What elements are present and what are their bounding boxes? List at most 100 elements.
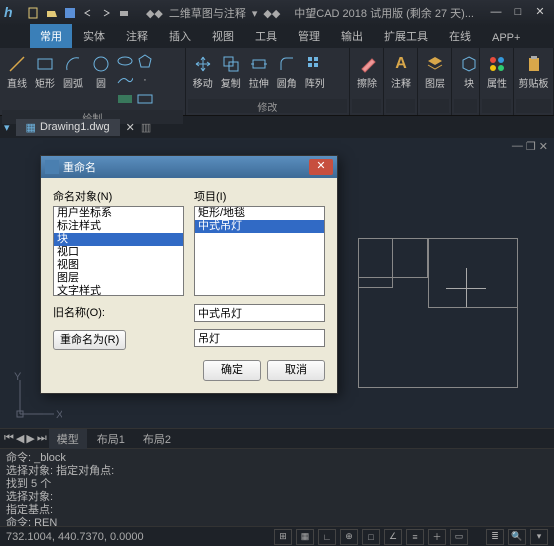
- list-item[interactable]: 中式吊灯: [195, 220, 324, 233]
- dialog-close-button[interactable]: ✕: [309, 159, 333, 175]
- otrack-toggle[interactable]: ∠: [384, 529, 402, 545]
- list-item[interactable]: 视图: [54, 259, 183, 272]
- items-list[interactable]: 矩形/地毯中式吊灯: [194, 206, 325, 296]
- tab-tools[interactable]: 工具: [245, 24, 287, 48]
- point-icon[interactable]: ·: [136, 71, 154, 89]
- list-item[interactable]: 视口: [54, 246, 183, 259]
- tab-view[interactable]: 视图: [202, 24, 244, 48]
- save-icon[interactable]: [62, 5, 78, 21]
- osnap-toggle[interactable]: □: [362, 529, 380, 545]
- close-tab-icon[interactable]: ✕: [126, 121, 135, 134]
- dyn-toggle[interactable]: ＋: [428, 529, 446, 545]
- snap-toggle[interactable]: ▦: [296, 529, 314, 545]
- cmd-line: 指定基点:: [6, 504, 548, 517]
- dialog-titlebar[interactable]: 重命名 ✕: [41, 156, 337, 178]
- scroll-left-icon[interactable]: ⏮: [4, 432, 14, 445]
- arc-button[interactable]: 圆弧: [60, 52, 86, 92]
- properties-button[interactable]: 属性: [484, 52, 510, 92]
- mdi-minimize[interactable]: —: [512, 140, 523, 153]
- clipboard-button[interactable]: 剪贴板: [518, 52, 549, 92]
- tab-output[interactable]: 输出: [331, 24, 373, 48]
- print-icon[interactable]: [116, 5, 132, 21]
- circle-button[interactable]: 圆: [88, 52, 114, 92]
- ribbon: 直线 矩形 圆弧 圆 · 绘制 移动 复制 拉伸 圆角 阵列 修改 擦除: [0, 48, 554, 116]
- list-item[interactable]: 文字样式: [54, 285, 183, 296]
- model-toggle[interactable]: ▭: [450, 529, 468, 545]
- tab-online[interactable]: 在线: [439, 24, 481, 48]
- new-icon[interactable]: [26, 5, 42, 21]
- region-icon[interactable]: [136, 90, 154, 108]
- tab-annotate[interactable]: 注释: [116, 24, 158, 48]
- config-icon[interactable]: ▾: [530, 529, 548, 545]
- tab-model[interactable]: 模型: [49, 429, 87, 449]
- ok-button[interactable]: 确定: [203, 360, 261, 381]
- minimize-button[interactable]: —: [486, 5, 506, 21]
- document-name: Drawing1.dwg: [40, 121, 110, 133]
- coordinates: 732.1004, 440.7370, 0.0000: [6, 531, 144, 543]
- list-item[interactable]: 矩形/地毯: [195, 207, 324, 220]
- tab-insert[interactable]: 插入: [159, 24, 201, 48]
- erase-button[interactable]: 擦除: [354, 52, 380, 92]
- polar-toggle[interactable]: ⊕: [340, 529, 358, 545]
- fillet-button[interactable]: 圆角: [274, 52, 300, 92]
- cmd-line: 选择对象:: [6, 491, 548, 504]
- redo-icon[interactable]: [98, 5, 114, 21]
- hatch-icon[interactable]: [116, 90, 134, 108]
- tab-layout1[interactable]: 布局1: [89, 429, 133, 449]
- polygon-icon[interactable]: [136, 52, 154, 70]
- line-button[interactable]: 直线: [4, 52, 30, 92]
- new-tab-icon[interactable]: ▥: [141, 121, 151, 134]
- tab-solid[interactable]: 实体: [73, 24, 115, 48]
- isolate-toggle[interactable]: ≣: [486, 529, 504, 545]
- list-item[interactable]: 图层: [54, 272, 183, 285]
- tab-list-icon[interactable]: ▾: [4, 121, 10, 134]
- old-name-input[interactable]: [194, 304, 325, 322]
- annotation-button[interactable]: A注释: [388, 52, 414, 92]
- document-tab[interactable]: ▦ Drawing1.dwg: [16, 119, 120, 136]
- svg-text:Y: Y: [14, 372, 22, 383]
- array-button[interactable]: 阵列: [302, 52, 328, 92]
- tab-extensions[interactable]: 扩展工具: [374, 24, 438, 48]
- scroll-next-icon[interactable]: ▶: [26, 432, 34, 445]
- mdi-close[interactable]: ✕: [539, 140, 548, 153]
- svg-text:X: X: [56, 409, 62, 421]
- status-bar: 732.1004, 440.7370, 0.0000 ⊞ ▦ ∟ ⊕ □ ∠ ≡…: [0, 526, 554, 546]
- tab-app[interactable]: APP+: [482, 28, 530, 48]
- undo-icon[interactable]: [80, 5, 96, 21]
- stretch-button[interactable]: 拉伸: [246, 52, 272, 92]
- layout-tabs: ⏮ ◀ ▶ ⏭ 模型 布局1 布局2: [0, 428, 554, 448]
- tab-layout2[interactable]: 布局2: [135, 429, 179, 449]
- tab-common[interactable]: 常用: [30, 24, 72, 48]
- named-objects-label: 命名对象(N): [53, 188, 184, 204]
- scroll-right-icon[interactable]: ⏭: [37, 432, 47, 445]
- grid-toggle[interactable]: ⊞: [274, 529, 292, 545]
- open-icon[interactable]: [44, 5, 60, 21]
- list-item[interactable]: 用户坐标系: [54, 207, 183, 220]
- scroll-prev-icon[interactable]: ◀: [16, 432, 24, 445]
- cancel-button[interactable]: 取消: [267, 360, 325, 381]
- move-button[interactable]: 移动: [190, 52, 216, 92]
- zoom-icon[interactable]: 🔍: [508, 529, 526, 545]
- new-name-input[interactable]: [194, 329, 325, 347]
- chevron-down-icon[interactable]: ▾: [252, 7, 258, 20]
- list-item[interactable]: 标注样式: [54, 220, 183, 233]
- rect-button[interactable]: 矩形: [32, 52, 58, 92]
- ortho-toggle[interactable]: ∟: [318, 529, 336, 545]
- named-objects-list[interactable]: 用户坐标系标注样式块视口视图图层文字样式线型表格样式多重引线样式: [53, 206, 184, 296]
- block-button[interactable]: 块: [456, 52, 482, 92]
- mdi-restore[interactable]: ❐: [526, 140, 536, 153]
- ellipse-icon[interactable]: [116, 52, 134, 70]
- layer-button[interactable]: 图层: [422, 52, 448, 92]
- maximize-button[interactable]: □: [508, 5, 528, 21]
- tab-manage[interactable]: 管理: [288, 24, 330, 48]
- cmd-line: 找到 5 个: [6, 478, 548, 491]
- spline-icon[interactable]: [116, 71, 134, 89]
- titlebar: h ◆◆ 二维草图与注释 ▾ ◆◆ 中望CAD 2018 试用版 (剩余 27 …: [0, 0, 554, 26]
- close-button[interactable]: ✕: [530, 5, 550, 21]
- lwt-toggle[interactable]: ≡: [406, 529, 424, 545]
- dialog-title: 重命名: [63, 159, 96, 175]
- copy-button[interactable]: 复制: [218, 52, 244, 92]
- list-item[interactable]: 块: [54, 233, 183, 246]
- command-window[interactable]: 命令: _block 选择对象: 指定对角点: 找到 5 个 选择对象: 指定基…: [0, 448, 554, 526]
- rename-to-button[interactable]: 重命名为(R): [53, 330, 126, 350]
